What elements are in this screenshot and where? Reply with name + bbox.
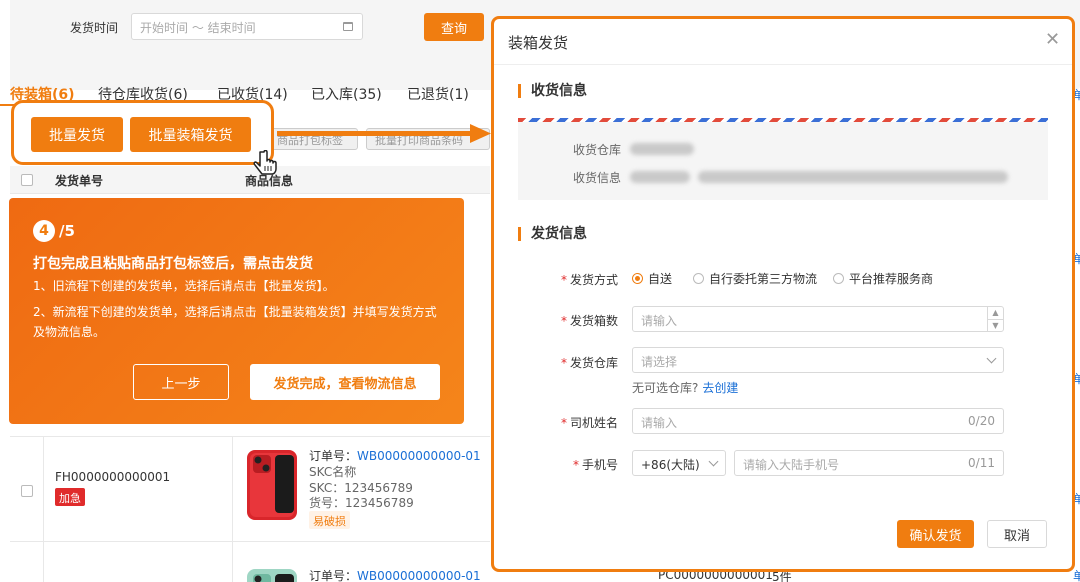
dialog-title: 装箱发货: [508, 34, 569, 52]
driver-label: * 司机姓名: [560, 416, 618, 430]
guide-title: 打包完成且粘贴商品打包标签后，需点击发货: [33, 256, 313, 272]
close-icon[interactable]: ✕: [1045, 31, 1060, 49]
sub-order-link[interactable]: WB00000000000-01: [357, 569, 481, 582]
quantity-stepper[interactable]: ▲ ▼: [987, 307, 1003, 331]
receive-info-value: [698, 171, 1008, 183]
col-divider: [232, 436, 233, 582]
sub-order-link[interactable]: WB00000000000-01: [357, 449, 481, 463]
select-all-checkbox[interactable]: [21, 174, 33, 186]
method-radio-self[interactable]: 自送: [632, 270, 672, 287]
fragile-badge: 易破损: [309, 511, 350, 529]
cancel-button[interactable]: 取消: [987, 520, 1047, 548]
box-ship-dialog: 装箱发货 ✕ 收货信息 收货仓库 收货信息 发货信息 * 发货方式 自送 自行委托…: [491, 16, 1075, 572]
warehouse-label: * 发货仓库: [560, 356, 618, 370]
tab-returned[interactable]: 已退货(1): [407, 84, 469, 104]
sub-order-no: 订单号：WB00000000000-01: [309, 449, 481, 463]
receive-warehouse-value: [630, 143, 694, 155]
col-divider: [43, 436, 44, 582]
boxes-label: * 发货箱数: [560, 314, 618, 328]
create-warehouse-link[interactable]: 去创建: [702, 381, 738, 395]
driver-char-count: 0/20: [968, 414, 995, 428]
receive-section-title: 收货信息: [518, 84, 587, 98]
product-image: [247, 569, 297, 582]
boxes-input[interactable]: 请输入 ▲ ▼: [632, 306, 1004, 332]
table-header: 发货单号 商品信息: [10, 166, 490, 194]
highlighted-actions: 批量发货 批量装箱发货: [11, 100, 274, 165]
warehouse-hint: 无可选仓库? 去创建: [632, 381, 739, 395]
receive-info-value: [630, 171, 690, 183]
guide-next-button[interactable]: 发货完成，查看物流信息: [250, 364, 440, 400]
phone-prefix-select[interactable]: +86(大陆): [632, 450, 726, 476]
radio-selected-icon: [632, 273, 643, 284]
phone-input[interactable]: 请输入大陆手机号 0/11: [734, 450, 1004, 476]
guide-prev-button[interactable]: 上一步: [133, 364, 229, 400]
sku-code: 货号：123456789: [309, 496, 414, 510]
guide-step: 4 /5: [33, 220, 75, 242]
date-range-input[interactable]: 开始时间 ～ 结束时间: [131, 13, 363, 40]
pointer-arrow-icon: [277, 124, 491, 143]
calendar-icon: [343, 22, 353, 31]
step-number: 4: [33, 220, 55, 242]
row-divider: [10, 436, 490, 437]
product-image: [247, 450, 297, 520]
query-button[interactable]: 查询: [424, 13, 484, 41]
batch-ship-button[interactable]: 批量发货: [31, 117, 123, 152]
tab-stocked[interactable]: 已入库(35): [311, 84, 382, 104]
sub-order-no: 订单号：WB00000000000-01: [309, 569, 481, 582]
method-label: * 发货方式: [560, 273, 618, 287]
guide-line-2: 2、新流程下创建的发货单，选择后请点击【批量装箱发货】并填写发货方式及物流信息。: [33, 305, 437, 339]
order-no: FH0000000000001: [55, 470, 171, 484]
radio-icon: [833, 273, 844, 284]
receive-info-label: 收货信息: [573, 171, 622, 185]
phone-label: * 手机号: [572, 458, 618, 472]
col-order-no: 发货单号: [55, 174, 104, 188]
hand-cursor-icon: [253, 150, 277, 175]
guide-popup: 4 /5 打包完成且粘贴商品打包标签后，需点击发货 1、旧流程下创建的发货单，选…: [9, 198, 464, 424]
date-placeholder: 开始时间 ～ 结束时间: [140, 21, 256, 35]
skc-name: SKC名称: [309, 465, 357, 479]
phone-char-count: 0/11: [968, 456, 995, 470]
batch-box-ship-button[interactable]: 批量装箱发货: [130, 117, 251, 152]
guide-line-1: 1、旧流程下创建的发货单，选择后请点击【批量发货】。: [33, 279, 335, 293]
ship-section-title: 发货信息: [518, 227, 587, 241]
chevron-down-icon: [708, 456, 719, 467]
row-action-link[interactable]: 单: [1073, 567, 1080, 582]
row-divider: [10, 541, 490, 542]
urgent-badge: 加急: [55, 488, 85, 506]
step-total: /5: [59, 222, 75, 240]
confirm-ship-button[interactable]: 确认发货: [897, 520, 974, 548]
dialog-divider: [494, 64, 1072, 65]
chevron-down-icon: [986, 353, 997, 364]
filter-label: 发货时间: [70, 21, 119, 35]
receive-info-box: 收货仓库 收货信息: [518, 122, 1048, 200]
receive-warehouse-label: 收货仓库: [573, 143, 622, 157]
driver-name-input[interactable]: 请输入 0/20: [632, 408, 1004, 434]
warehouse-select[interactable]: 请选择: [632, 347, 1004, 373]
method-radio-platform[interactable]: 平台推荐服务商: [833, 270, 933, 287]
radio-icon: [693, 273, 704, 284]
method-radio-third-party[interactable]: 自行委托第三方物流: [693, 270, 817, 287]
row-checkbox[interactable]: [21, 485, 33, 497]
